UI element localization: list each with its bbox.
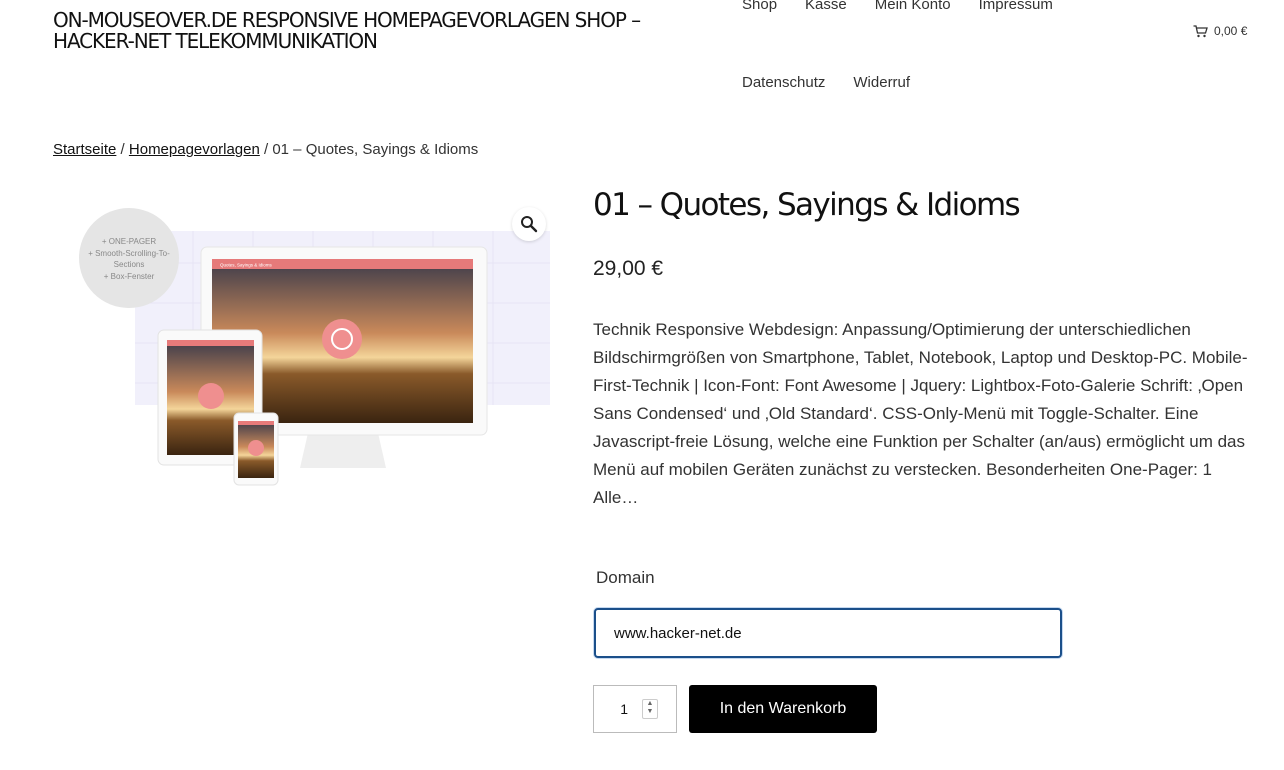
quantity-spinner[interactable]: ▲ ▼ <box>642 699 658 719</box>
tablet-header <box>167 340 254 346</box>
cart-link[interactable]: 0,00 € <box>1193 24 1247 38</box>
zoom-button[interactable] <box>512 207 546 241</box>
breadcrumb-category[interactable]: Homepagevorlagen <box>129 141 260 158</box>
nav-item-impressum[interactable]: Impressum <box>979 0 1053 16</box>
breadcrumb-separator: / <box>120 141 125 158</box>
mockup-site-title: Quotes, Sayings & Idioms <box>220 263 273 268</box>
main-nav: Shop Kasse Mein Konto Impressum Datensch… <box>742 0 1102 94</box>
phone-header <box>238 421 274 425</box>
feature-badge-line: + Box-Fenster <box>104 272 155 281</box>
breadcrumb-separator: / <box>263 141 269 158</box>
breadcrumb: Startseite / Homepagevorlagen / 01 – Quo… <box>53 141 478 158</box>
product-image[interactable]: + ONE-PAGER + Smooth-Scrolling-To- Secti… <box>53 193 573 503</box>
nav-item-mein-konto[interactable]: Mein Konto <box>875 0 951 16</box>
domain-input[interactable] <box>594 608 1062 658</box>
nav-item-shop[interactable]: Shop <box>742 0 777 16</box>
nav-item-widerruf[interactable]: Widerruf <box>853 72 910 94</box>
cart-icon <box>1193 24 1208 37</box>
feature-badge-line: + Smooth-Scrolling-To- <box>88 249 170 258</box>
breadcrumb-current: 01 – Quotes, Sayings & Idioms <box>272 141 479 158</box>
chevron-up-icon[interactable]: ▲ <box>643 700 657 708</box>
cart-total: 0,00 € <box>1214 24 1248 38</box>
nav-item-kasse[interactable]: Kasse <box>805 0 847 16</box>
magnifier-icon <box>521 216 538 233</box>
feature-badge-line: Sections <box>114 260 145 269</box>
breadcrumb-home[interactable]: Startseite <box>53 141 116 158</box>
domain-label: Domain <box>596 568 655 587</box>
add-to-cart-button[interactable]: In den Warenkorb <box>689 685 877 733</box>
tablet-logo <box>198 383 224 409</box>
product-price: 29,00 € <box>593 257 664 280</box>
chevron-down-icon[interactable]: ▼ <box>643 708 657 716</box>
feature-badge-line: + ONE-PAGER <box>102 237 157 246</box>
monitor-stand <box>300 433 386 468</box>
nav-item-datenschutz[interactable]: Datenschutz <box>742 72 825 94</box>
product-title: 01 – Quotes, Sayings & Idioms <box>593 187 1021 223</box>
feature-badge <box>79 208 179 308</box>
quantity-value: 1 <box>620 701 628 717</box>
product-description: Technik Responsive Webdesign: Anpassung/… <box>593 320 1248 507</box>
yin-yang-logo <box>322 319 362 359</box>
phone-logo <box>248 440 264 456</box>
site-title[interactable]: ON-MOUSEOVER.DE RESPONSIVE HOMEPAGEVORLA… <box>53 10 693 52</box>
quantity-stepper[interactable]: 1 ▲ ▼ <box>593 685 677 733</box>
